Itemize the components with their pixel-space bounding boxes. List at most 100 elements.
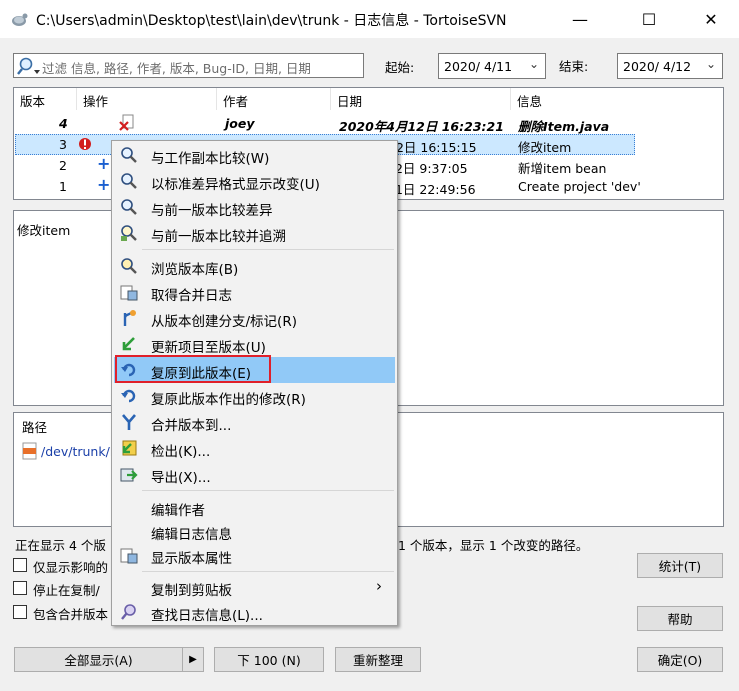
menu-item-label: 检出(K)... bbox=[151, 444, 211, 460]
checkout-icon bbox=[122, 440, 137, 456]
blame-icon bbox=[121, 225, 137, 241]
column-header-message[interactable]: 信息 bbox=[511, 88, 724, 110]
menu-item-revert-changes[interactable]: 复原此版本作出的修改(R) bbox=[114, 383, 395, 409]
menu-item-label: 编辑作者 bbox=[151, 503, 205, 519]
export-icon bbox=[120, 468, 138, 482]
revision-cell: 3 bbox=[59, 137, 67, 152]
menu-item-label: 复原此版本作出的修改(R) bbox=[151, 392, 306, 408]
search-filter-icon[interactable] bbox=[17, 56, 41, 76]
column-header-date[interactable]: 日期 bbox=[331, 88, 511, 110]
chevron-down-icon[interactable]: ⌄ bbox=[529, 57, 539, 71]
checkbox[interactable] bbox=[13, 558, 27, 572]
column-header-path[interactable]: 路径 bbox=[22, 417, 47, 436]
statistics-button[interactable]: 统计(T) bbox=[637, 553, 723, 578]
merge-log-icon bbox=[120, 285, 138, 301]
from-date-picker[interactable]: 2020/ 4/11 ⌄ bbox=[438, 53, 546, 79]
compare-previous-icon bbox=[121, 199, 137, 215]
menu-item-repo-browser[interactable]: 浏览版本库(B) bbox=[114, 253, 395, 279]
repo-browser-icon bbox=[121, 258, 137, 274]
refresh-button[interactable]: 重新整理 bbox=[335, 647, 421, 672]
menu-item-edit-log-message[interactable]: 编辑日志信息 bbox=[114, 518, 395, 544]
to-date-picker[interactable]: 2020/ 4/12 ⌄ bbox=[617, 53, 723, 79]
table-row[interactable]: 4 joey 2020年4月12日 16:23:21 删除Item.java bbox=[15, 113, 635, 134]
added-file-icon: + bbox=[97, 175, 111, 194]
window-title: C:\Users\admin\Desktop\test\lain\dev\tru… bbox=[36, 13, 507, 29]
maximize-button[interactable]: ☐ bbox=[626, 0, 672, 38]
to-date-value: 2020/ 4/12 bbox=[623, 59, 692, 74]
menu-item-checkout[interactable]: 检出(K)... bbox=[114, 435, 395, 461]
menu-separator bbox=[142, 490, 394, 491]
help-button[interactable]: 帮助 bbox=[637, 606, 723, 631]
status-text-right: 1 个版本，显示 1 个改变的路径。 bbox=[398, 538, 589, 553]
minimize-button[interactable]: — bbox=[557, 0, 603, 38]
menu-item-unified-diff[interactable]: 以标准差异格式显示改变(U) bbox=[114, 168, 395, 194]
to-label: 结束: bbox=[559, 59, 589, 74]
annotation-highlight-box bbox=[115, 355, 271, 383]
menu-item-label: 导出(X)... bbox=[151, 470, 211, 486]
added-file-icon: + bbox=[97, 154, 111, 173]
find-icon bbox=[121, 604, 136, 620]
message-cell: 删除Item.java bbox=[518, 119, 610, 134]
chevron-down-icon[interactable]: ⌄ bbox=[706, 57, 716, 71]
revision-cell: 4 bbox=[59, 116, 68, 131]
menu-item-edit-author[interactable]: 编辑作者 bbox=[114, 494, 395, 520]
menu-item-compare-wc[interactable]: 与工作副本比较(W) bbox=[114, 142, 395, 168]
log-message-text: 修改item bbox=[17, 223, 71, 238]
column-header-author[interactable]: 作者 bbox=[217, 88, 331, 110]
menu-item-label: 显示版本属性 bbox=[151, 551, 232, 567]
close-button[interactable]: ✕ bbox=[688, 0, 734, 38]
menu-item-merge-rev[interactable]: 合并版本到... bbox=[114, 409, 395, 435]
message-cell: 修改item bbox=[518, 140, 572, 155]
checkbox[interactable] bbox=[13, 605, 27, 619]
show-all-dropdown-button[interactable]: ▶ bbox=[182, 647, 204, 672]
date-cell: 2020年4月12日 16:23:21 bbox=[339, 119, 504, 134]
revert-changes-icon bbox=[121, 389, 136, 403]
submenu-arrow-icon: › bbox=[376, 577, 382, 595]
column-header-revision[interactable]: 版本 bbox=[14, 88, 77, 110]
revision-cell: 2 bbox=[59, 158, 67, 173]
checkbox[interactable] bbox=[13, 581, 27, 595]
menu-item-merge-log[interactable]: 取得合并日志 bbox=[114, 279, 395, 305]
message-cell: 新增item bean bbox=[518, 161, 607, 176]
menu-separator bbox=[142, 249, 394, 250]
menu-item-branch-tag[interactable]: 从版本创建分支/标记(R) bbox=[114, 305, 395, 331]
menu-item-blame-previous[interactable]: 与前一版本比较并追溯 bbox=[114, 220, 395, 246]
modified-file-icon bbox=[79, 138, 91, 150]
from-label: 起始: bbox=[385, 60, 415, 75]
menu-item-label: 复制到剪贴板 bbox=[151, 583, 232, 599]
menu-item-export[interactable]: 导出(X)... bbox=[114, 461, 395, 487]
option-label: 仅显示影响的 bbox=[33, 560, 109, 575]
next-100-button[interactable]: 下 100 (N) bbox=[214, 647, 324, 672]
ok-button[interactable]: 确定(O) bbox=[637, 647, 723, 672]
title-bar: C:\Users\admin\Desktop\test\lain\dev\tru… bbox=[0, 0, 739, 38]
filter-placeholder: 过滤 信息, 路径, 作者, 版本, Bug-ID, 日期, 日期 bbox=[42, 61, 311, 76]
menu-item-compare-previous[interactable]: 与前一版本比较差异 bbox=[114, 194, 395, 220]
menu-item-label: 与工作副本比较(W) bbox=[151, 151, 270, 167]
menu-item-show-properties[interactable]: 显示版本属性 bbox=[114, 542, 395, 568]
filter-input[interactable]: 过滤 信息, 路径, 作者, 版本, Bug-ID, 日期, 日期 bbox=[13, 53, 364, 78]
menu-item-label: 查找日志信息(L)... bbox=[151, 608, 263, 624]
from-date-value: 2020/ 4/11 bbox=[444, 59, 513, 74]
option-label: 包含合并版本 bbox=[33, 607, 109, 622]
menu-item-label: 从版本创建分支/标记(R) bbox=[151, 314, 297, 330]
show-all-button[interactable]: 全部显示(A) bbox=[14, 647, 182, 672]
menu-item-label: 以标准差异格式显示改变(U) bbox=[151, 177, 320, 193]
triangle-right-icon: ▶ bbox=[189, 654, 197, 665]
close-icon: ✕ bbox=[704, 9, 718, 29]
column-header-actions[interactable]: 操作 bbox=[77, 88, 217, 110]
unified-diff-icon bbox=[121, 173, 137, 189]
maximize-icon: ☐ bbox=[641, 9, 657, 29]
menu-item-label: 更新项目至版本(U) bbox=[151, 340, 266, 356]
diff-magnifier-icon bbox=[121, 147, 137, 163]
date-cell: 12日 9:37:05 bbox=[387, 161, 468, 176]
tortoise-app-icon bbox=[12, 13, 28, 26]
menu-item-label: 编辑日志信息 bbox=[151, 527, 232, 543]
changed-path-item[interactable]: /dev/trunk/It bbox=[41, 444, 118, 459]
menu-item-update-to-rev[interactable]: 更新项目至版本(U) bbox=[114, 331, 395, 357]
date-cell: 11日 22:49:56 bbox=[387, 182, 476, 197]
context-menu[interactable]: 与工作副本比较(W) 以标准差异格式显示改变(U) 与前一版本比较差异 与前一版… bbox=[111, 140, 398, 626]
menu-item-copy-clipboard[interactable]: 复制到剪贴板 › bbox=[114, 574, 395, 600]
author-cell: joey bbox=[225, 116, 255, 131]
menu-item-find-log[interactable]: 查找日志信息(L)... bbox=[114, 599, 395, 625]
menu-item-label: 取得合并日志 bbox=[151, 288, 232, 304]
